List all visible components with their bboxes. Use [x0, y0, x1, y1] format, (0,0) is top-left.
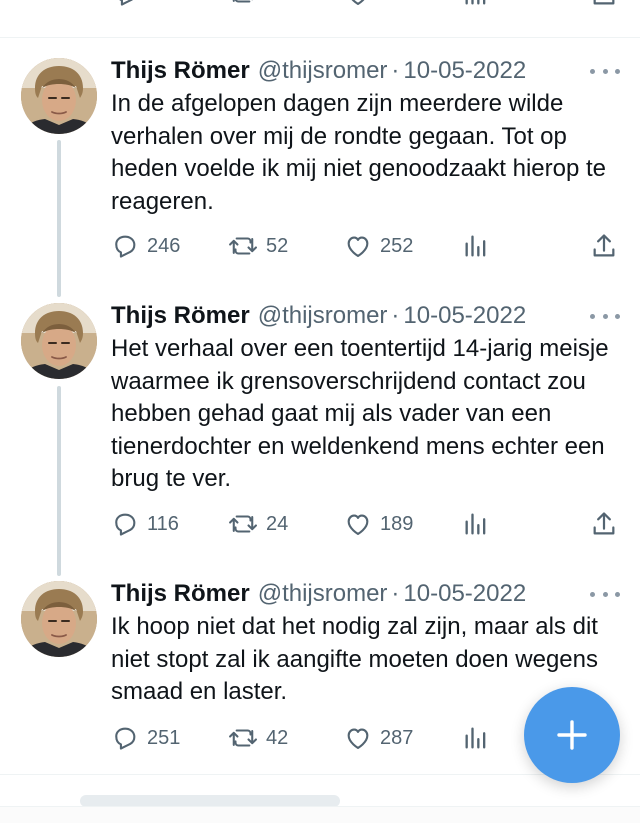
tweet-text: Het verhaal over een toentertijd 14-jari… — [111, 335, 609, 492]
author-handle[interactable]: @thijsromer — [258, 300, 388, 332]
heart-icon — [347, 514, 369, 535]
dot-separator: · — [391, 302, 400, 329]
tweet-actions: 116 24 189 — [0, 509, 640, 539]
analytics-icon — [465, 727, 486, 749]
more-icon[interactable] — [590, 61, 620, 81]
views-button[interactable] — [462, 0, 490, 8]
retweet-count: 42 — [266, 726, 289, 749]
heart-icon — [347, 236, 369, 257]
dot-separator: · — [391, 580, 400, 607]
retweet-icon — [229, 515, 257, 533]
analytics-icon — [465, 0, 486, 5]
next-tweet-peek — [0, 775, 640, 823]
avatar[interactable] — [21, 58, 97, 134]
reply-button[interactable] — [112, 0, 140, 8]
like-button[interactable] — [344, 0, 372, 8]
reply-icon — [115, 727, 136, 750]
author-handle[interactable]: @thijsromer — [258, 578, 388, 610]
retweet-icon — [229, 237, 257, 255]
like-count: 287 — [380, 726, 414, 749]
tweet-date[interactable]: 10-05-2022 — [403, 55, 526, 87]
reply-icon — [115, 513, 136, 536]
avatar[interactable] — [21, 303, 97, 379]
previous-tweet-actions — [0, 0, 640, 16]
avatar-photo — [21, 58, 97, 134]
tweet-header: Thijs Römer @thijsromer · 10-05-2022 — [111, 55, 526, 87]
author-handle[interactable]: @thijsromer — [258, 55, 388, 87]
reply-button[interactable]: 251 — [111, 723, 180, 753]
author-name[interactable]: Thijs Römer — [111, 578, 250, 610]
like-button[interactable]: 287 — [344, 723, 413, 753]
reply-count: 251 — [147, 726, 181, 749]
dot-separator: · — [391, 57, 400, 84]
reply-count: 246 — [147, 234, 181, 257]
reply-count: 116 — [147, 512, 179, 535]
reply-icon — [115, 235, 136, 258]
views-button[interactable] — [462, 509, 490, 539]
views-button[interactable] — [462, 723, 490, 753]
share-button[interactable] — [590, 0, 618, 8]
like-count: 252 — [380, 234, 414, 257]
retweet-button[interactable]: 52 — [228, 231, 288, 261]
heart-icon — [351, 0, 365, 5]
reply-button[interactable]: 116 — [111, 509, 179, 539]
tweet-header: Thijs Römer @thijsromer · 10-05-2022 — [111, 300, 526, 332]
share-button[interactable] — [590, 231, 618, 261]
avatar-photo — [21, 581, 97, 657]
avatar[interactable] — [21, 581, 97, 657]
avatar-photo — [21, 303, 97, 379]
retweet-button[interactable]: 42 — [228, 723, 288, 753]
plus-icon — [557, 720, 587, 750]
views-button[interactable] — [462, 231, 490, 261]
share-icon — [593, 234, 615, 257]
analytics-icon — [465, 513, 486, 535]
share-icon — [593, 512, 615, 535]
divider — [0, 37, 640, 38]
retweet-button[interactable]: 24 — [228, 509, 288, 539]
tweet[interactable]: Thijs Römer @thijsromer · 10-05-2022 In … — [0, 55, 640, 285]
retweet-count: 52 — [266, 234, 289, 257]
compose-button[interactable] — [524, 687, 620, 783]
tweet-header: Thijs Römer @thijsromer · 10-05-2022 — [111, 578, 526, 610]
retweet-icon — [232, 0, 253, 3]
tweet-date[interactable]: 10-05-2022 — [403, 300, 526, 332]
heart-icon — [347, 728, 369, 749]
analytics-icon — [465, 235, 486, 257]
like-button[interactable]: 189 — [344, 509, 413, 539]
reply-button[interactable]: 246 — [111, 231, 180, 261]
author-name[interactable]: Thijs Römer — [111, 55, 250, 87]
tweet-text: In de afgelopen dagen zijn meerdere wild… — [111, 90, 606, 215]
tweet-actions: 246 52 252 — [0, 231, 640, 261]
tweet-text: Ik hoop niet dat het nodig zal zijn, maa… — [111, 613, 598, 705]
retweet-count: 24 — [266, 512, 289, 535]
retweet-button[interactable] — [228, 0, 258, 8]
tweet-date[interactable]: 10-05-2022 — [403, 578, 526, 610]
author-name[interactable]: Thijs Römer — [111, 300, 250, 332]
reply-icon — [119, 0, 133, 6]
more-icon[interactable] — [590, 306, 620, 326]
share-button[interactable] — [590, 509, 618, 539]
share-icon — [593, 0, 615, 5]
retweet-icon — [229, 729, 257, 747]
more-icon[interactable] — [590, 584, 620, 604]
like-count: 189 — [380, 512, 414, 535]
tweet[interactable]: Thijs Römer @thijsromer · 10-05-2022 Het… — [0, 300, 640, 560]
bottom-tab-bar — [0, 806, 640, 823]
like-button[interactable]: 252 — [344, 231, 413, 261]
